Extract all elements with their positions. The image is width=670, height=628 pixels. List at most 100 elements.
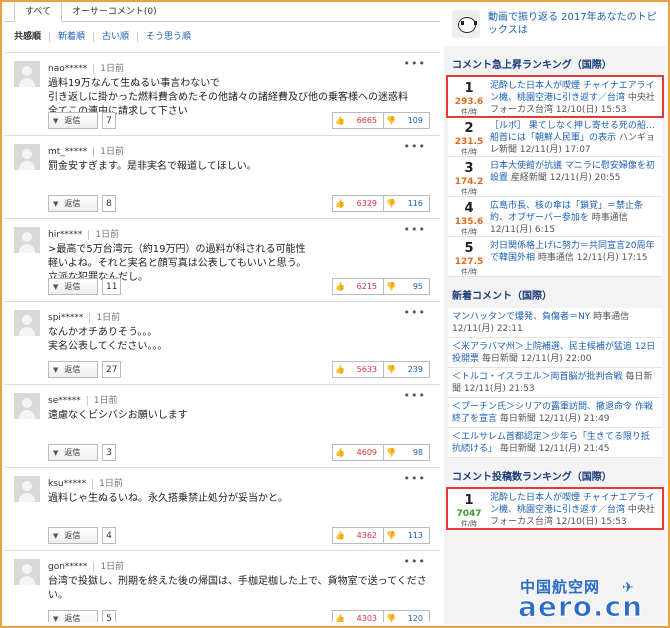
chevron-down-icon: ▼ [53,614,59,623]
comment-actions: ▼ 返信 3 👍 4609 👎 98 [48,444,430,462]
ranking-item[interactable]: 3 174.2 件/時 日本大使館が抗議 マニラに慰安婦像を初設置 産経新聞 12/1… [448,157,662,197]
comment-text: 罰金安すぎます。是非実名で報道してほしい。 [48,160,428,174]
chevron-down-icon: ▼ [53,282,59,291]
reply-label: 返信 [64,116,81,125]
dislike-button[interactable]: 👎 239 [384,361,430,378]
comment-user[interactable]: se***** [48,396,81,406]
rank-title-link[interactable]: 対日関係格上げに努力＝共同宣言20周年で韓国外相 時事通信 12/11(月) 1… [490,240,658,264]
reply-button[interactable]: ▼ 返信 [48,112,98,129]
comment-user[interactable]: ksu***** [48,479,86,489]
thumbs-up-icon: 👍 [335,116,345,125]
news-item[interactable]: マンハッタンで爆発、負傷者＝NY 時事通信 12/11(月) 22:11 [448,308,662,338]
promo-text[interactable]: 動画で振り返る 2017年あなたのトピックスは [488,11,658,37]
ranking-item[interactable]: 1 293.6 件/時 泥酔した日本人が喫煙 チャイナエアライン機、桃園空港に引き返す… [446,75,664,118]
rank-title-link[interactable]: 広島市長、核の傘は「鎖覚」＝禁止条約、オブザーバー参加を 時事通信 12/11(… [490,200,658,236]
comment-user[interactable]: gon***** [48,562,87,572]
news-date: 12/11(月) 21:45 [538,444,610,454]
like-button[interactable]: 👍 6215 [332,278,384,295]
reply-count[interactable]: 11 [102,278,122,295]
more-options-icon[interactable]: ••• [404,306,426,319]
rank-unit: 件/時 [460,188,478,196]
news-date: 12/11(月) 22:00 [520,354,592,364]
news-title[interactable]: マンハッタンで爆発、負傷者＝NY [452,312,590,322]
reply-button[interactable]: ▼ 返信 [48,361,98,378]
news-item[interactable]: ＜プーチン氏＞シリアの露軍訪問、撤退命令 作戦終了を宣言 毎日新聞 12/11(… [448,398,662,428]
more-options-icon[interactable]: ••• [404,472,426,485]
like-button[interactable]: 👍 4303 [332,610,384,622]
reply-button[interactable]: ▼ 返信 [48,444,98,461]
reply-count[interactable]: 27 [102,361,122,378]
thumbs-down-icon: 👎 [386,365,396,374]
new-comments-title: 新着コメント（国際） [452,291,552,302]
promo-banner[interactable]: 動画で振り返る 2017年あなたのトピックスは [444,2,666,46]
dislike-button[interactable]: 👎 95 [384,278,430,295]
sidebar: 動画で振り返る 2017年あなたのトピックスは コメント急上昇ランキング（国際）… [444,2,666,624]
sort-agree[interactable]: そう思う順 [137,32,199,42]
reply-count[interactable]: 8 [102,195,116,212]
comment-text: 過料じゃ生ぬるいね。永久搭乗禁止処分が妥当かと。 [48,492,428,506]
news-item[interactable]: ＜エルサレム首都認定＞少年ら「生きてる限り抵抗続ける」 毎日新聞 12/11(月… [448,428,662,458]
news-item[interactable]: ＜米アラバマ州＞上院補選、民主候補が猛追 12日投開票 毎日新聞 12/11(月… [448,338,662,368]
comment-user[interactable]: nao***** [48,64,87,74]
sort-oldest[interactable]: 古い順 [93,32,137,42]
avatar [14,559,40,585]
reply-button[interactable]: ▼ 返信 [48,278,98,295]
like-button[interactable]: 👍 4609 [332,444,384,461]
comment-actions: ▼ 返信 11 👍 6215 👎 95 [48,278,430,296]
rank-title-link[interactable]: 日本大使館が抗議 マニラに慰安婦像を初設置 産経新聞 12/11(月) 20:5… [490,160,658,184]
comment-actions: ▼ 返信 5 👍 4303 👎 120 [48,610,430,622]
thumbs-down-icon: 👎 [386,614,396,622]
thumbs-up-icon: 👍 [335,614,345,622]
ranking-item[interactable]: 1 7047 件/時 泥酔した日本人が喫煙 チャイナエアライン機、桃園空港に引き返す／… [446,487,664,530]
comment-line: 罰金安すぎます。是非実名で報道してほしい。 [48,161,257,172]
rank-unit: 件/時 [460,268,478,276]
reply-count[interactable]: 5 [102,610,116,622]
like-count: 6215 [356,282,377,291]
news-title[interactable]: ＜トルコ・イスラエル＞両首脳が批判合戦 [452,372,623,382]
thumbs-up-icon: 👍 [335,448,345,457]
comment-user[interactable]: mt_***** [48,147,87,157]
tab-author-comments[interactable]: オーサーコメント(0) [62,2,167,21]
reply-count[interactable]: 3 [102,444,116,461]
ranking-list: 1 293.6 件/時 泥酔した日本人が喫煙 チャイナエアライン機、桃園空港に引き返す… [446,75,664,277]
dislike-button[interactable]: 👎 116 [384,195,430,212]
comment-user[interactable]: hir***** [48,230,82,240]
ranking-item[interactable]: 2 231.5 件/時 ［ルポ］ 果てしなく押し寄せる死の船…船首には「朝鮮人民軍」の… [448,117,662,157]
like-button[interactable]: 👍 6329 [332,195,384,212]
reply-count[interactable]: 7 [102,112,116,129]
dislike-button[interactable]: 👎 113 [384,527,430,544]
more-options-icon[interactable]: ••• [404,223,426,236]
reply-button[interactable]: ▼ 返信 [48,527,98,544]
comment-meta: hir***** 1日前 [48,227,120,240]
like-button[interactable]: 👍 5633 [332,361,384,378]
avatar [14,476,40,502]
comment-time: 1日前 [88,230,120,240]
thumbs-up-icon: 👍 [335,282,345,291]
more-options-icon[interactable]: ••• [404,389,426,402]
reply-count[interactable]: 4 [102,527,116,544]
dislike-count: 239 [407,365,423,374]
reply-button[interactable]: ▼ 返信 [48,610,98,622]
comment-list: nao***** 1日前 ••• 過料19万なんて生ぬるい事言わないで 引き返しに掛かっ… [4,52,440,622]
ranking-item[interactable]: 4 135.6 件/時 広島市長、核の傘は「鎖覚」＝禁止条約、オブザーバー参加を 時事… [448,197,662,237]
comment-user[interactable]: spi***** [48,313,83,323]
dislike-button[interactable]: 👎 120 [384,610,430,622]
rank-title-link[interactable]: ［ルポ］ 果てしなく押し寄せる死の船…船首には「朝鮮人民軍」の表示 ハンギョレ新… [490,120,658,156]
rank-date: 12/11(月) 20:55 [549,173,621,183]
sort-newest[interactable]: 新着順 [49,32,93,42]
more-options-icon[interactable]: ••• [404,555,426,568]
rank-score: 135.6 [454,217,484,227]
more-options-icon[interactable]: ••• [404,140,426,153]
more-options-icon[interactable]: ••• [404,57,426,70]
ranking-item[interactable]: 5 127.5 件/時 対日関係格上げに努力＝共同宣言20周年で韓国外相 時事通信 1… [448,237,662,277]
like-button[interactable]: 👍 6665 [332,112,384,129]
tab-all[interactable]: すべて [14,2,63,22]
reply-button[interactable]: ▼ 返信 [48,195,98,212]
dislike-button[interactable]: 👎 98 [384,444,430,461]
dislike-count: 116 [407,199,423,208]
sort-bar: 共感順 新着順 古い順 そう思う順 [4,22,440,52]
news-item[interactable]: ＜トルコ・イスラエル＞両首脳が批判合戦 毎日新聞 12/11(月) 21:53 [448,368,662,398]
sort-empathy[interactable]: 共感順 [14,32,49,42]
like-button[interactable]: 👍 4362 [332,527,384,544]
dislike-button[interactable]: 👎 109 [384,112,430,129]
